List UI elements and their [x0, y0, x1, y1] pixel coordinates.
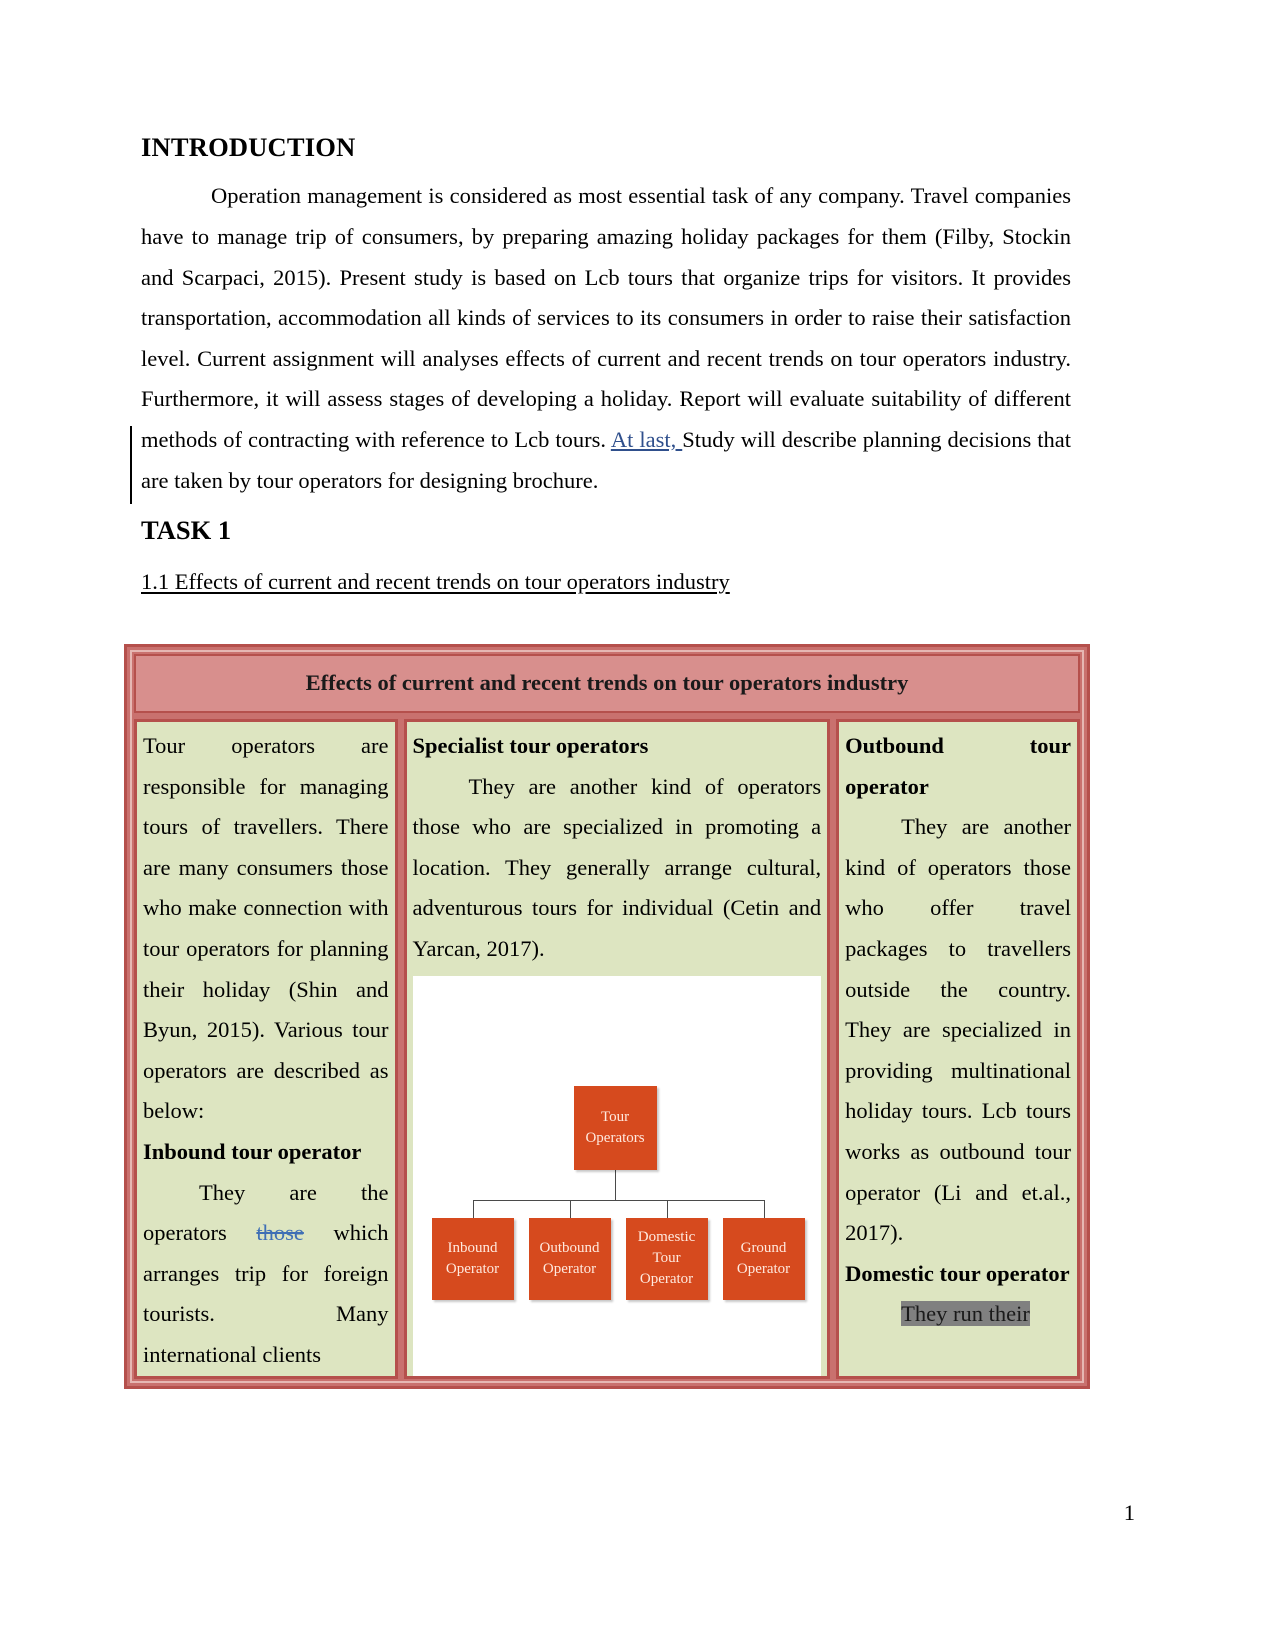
org-node-domestic-line2: Operator [639, 1271, 694, 1288]
connector-root-vertical [614, 1169, 616, 1200]
org-node-tour-operators-line2: Operators [585, 1129, 645, 1146]
col3-body-text-domestic: They run their [845, 1294, 1071, 1335]
org-node-domestic-line1: Domestic Tour [637, 1229, 696, 1267]
table-inner-frame: Effects of current and recent trends on … [130, 650, 1084, 1383]
intro-paragraph: Operation management is considered as mo… [141, 176, 1071, 501]
connector-branch-1 [472, 1199, 474, 1218]
table-cell-column-1: Tour operators are responsible for manag… [134, 719, 398, 1379]
connector-branch-3 [666, 1199, 668, 1218]
org-chart-image: Tour Operators Inbound Operator Outbound… [412, 975, 822, 1376]
selected-text-highlight: They run their [901, 1301, 1030, 1327]
org-node-inbound-line1: Inbound [447, 1239, 498, 1256]
org-node-ground-line1: Ground [740, 1239, 787, 1256]
col1-subtitle-inbound: Inbound tour operator [143, 1138, 362, 1164]
org-node-inbound-operator: Inbound Operator [431, 1217, 514, 1300]
org-node-outbound-operator: Outbound Operator [528, 1217, 611, 1300]
col1-intro-text: Tour operators are responsible for manag… [143, 733, 389, 1124]
table-cell-column-3: Outbound tour operator They are another … [836, 719, 1080, 1379]
tracked-deletion-those: those [256, 1220, 304, 1246]
org-node-ground-operator: Ground Operator [722, 1217, 805, 1300]
intro-text-segment-1: Operation management is considered as mo… [141, 183, 1071, 453]
document-page: INTRODUCTION Operation management is con… [0, 0, 1275, 1651]
table-body: Tour operators are responsible for manag… [134, 719, 1080, 1379]
connector-branch-2 [569, 1199, 571, 1218]
document-content: INTRODUCTION Operation management is con… [141, 132, 1071, 614]
col3-subtitle-outbound: Outbound tour operator [845, 733, 1071, 799]
table-cell-column-2: Specialist tour operators They are anoth… [403, 719, 831, 1379]
org-node-inbound-line2: Operator [445, 1260, 500, 1277]
connector-branch-4 [763, 1199, 765, 1218]
col2-body-text: They are another kind of operators those… [412, 773, 822, 961]
page-title: INTRODUCTION [141, 132, 356, 162]
col1-body-text: They are the operators those which arran… [143, 1173, 389, 1376]
tracked-change-bar-intro [130, 426, 132, 504]
col3-subtitle-domestic: Domestic tour operator [845, 1260, 1070, 1286]
connector-horizontal-bus [472, 1199, 764, 1201]
org-node-ground-line2: Operator [736, 1260, 791, 1277]
table-header: Effects of current and recent trends on … [134, 654, 1080, 713]
org-node-outbound-line1: Outbound [539, 1239, 600, 1256]
effects-table: Effects of current and recent trends on … [124, 644, 1090, 1389]
col3-body-text-outbound: They are another kind of operators those… [845, 814, 1071, 1246]
col2-subtitle-specialist: Specialist tour operators [412, 733, 649, 758]
org-node-outbound-line2: Operator [542, 1260, 597, 1277]
page-number: 1 [1123, 1500, 1135, 1525]
org-node-domestic-tour-operator: Domestic Tour Operator [625, 1217, 708, 1300]
task-heading: TASK 1 [141, 515, 232, 546]
org-node-tour-operators-line1: Tour [600, 1108, 630, 1125]
tracked-insertion-at-last: At last, [610, 427, 683, 453]
org-node-tour-operators: Tour Operators [573, 1085, 657, 1170]
section-subheading: 1.1 Effects of current and recent trends… [141, 568, 730, 594]
